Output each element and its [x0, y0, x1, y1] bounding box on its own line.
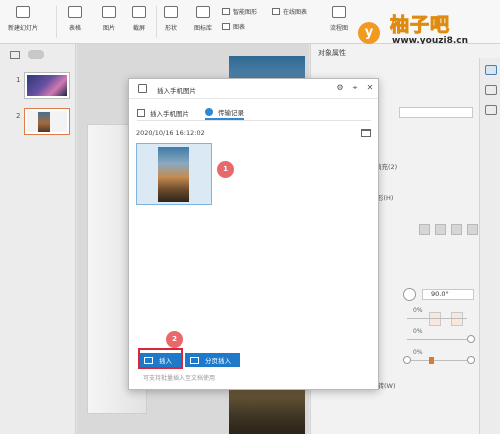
- slide-thumbnails-panel: 1 2: [0, 44, 76, 434]
- dialog-header: 插入手机图片 ⚙ ⌖ ✕: [129, 79, 378, 99]
- insert-pages-button[interactable]: 分页插入: [185, 353, 240, 367]
- pin-icon[interactable]: [484, 85, 497, 95]
- history-icon: [205, 108, 213, 116]
- plus-icon[interactable]: [467, 335, 475, 343]
- smart-art-button[interactable]: 智能图形: [222, 7, 257, 16]
- logo-title: 柚子吧: [389, 14, 451, 37]
- slider-knob[interactable]: [429, 357, 434, 364]
- tab-transfer-history[interactable]: 传输记录: [205, 106, 244, 120]
- fill-type-dropdown[interactable]: [399, 107, 473, 118]
- smart-art-icon: [222, 8, 230, 15]
- screenshot-label: 截屏: [132, 25, 145, 32]
- properties-icon[interactable]: [484, 65, 497, 75]
- phone-picture-icon: [138, 84, 147, 93]
- picture-label: 图片: [102, 25, 115, 32]
- shape-label: 形状: [164, 25, 177, 32]
- chart-label: 图表: [233, 24, 246, 31]
- dialog-tabs: 插入手机图片 传输记录: [137, 105, 371, 121]
- flowchart-label: 流程图: [330, 25, 349, 32]
- shape-label: 形(H): [377, 194, 394, 202]
- step-badge-1: 1: [217, 161, 234, 178]
- texture-options: [419, 224, 483, 235]
- shape-button[interactable]: 形状: [164, 6, 178, 32]
- transferred-image: [158, 147, 189, 202]
- texture-option[interactable]: [435, 224, 446, 235]
- flowchart-icon: [332, 6, 346, 18]
- slide-view-icon[interactable]: [28, 50, 44, 59]
- picture-button[interactable]: 图片: [102, 6, 116, 32]
- plus-icon[interactable]: [467, 356, 475, 364]
- outline-view-icon[interactable]: [10, 50, 20, 59]
- dialog-title: 插入手机图片: [157, 87, 196, 95]
- insert-phone-picture-dialog: 插入手机图片 ⚙ ⌖ ✕ 插入手机图片 传输记录 2020/10/16 16:1…: [128, 78, 379, 390]
- contrast-slider[interactable]: [407, 360, 467, 361]
- online-chart-icon: [272, 8, 280, 15]
- ribbon-divider: [156, 6, 157, 38]
- slide-thumbnail-2[interactable]: [24, 108, 70, 135]
- slide-number: 1: [16, 76, 21, 84]
- brightness-slider[interactable]: [407, 339, 467, 340]
- slide-thumbnail-image: [27, 75, 67, 96]
- transferred-image-item[interactable]: [136, 143, 212, 205]
- phone-picture-icon: [137, 109, 145, 117]
- slide-thumbnail-1[interactable]: [24, 72, 70, 99]
- pin-icon[interactable]: ⌖: [350, 83, 360, 93]
- table-button[interactable]: 表格: [68, 6, 82, 32]
- close-icon[interactable]: ✕: [365, 83, 375, 93]
- watermark-logo: y 柚子吧 www.youzi8.cn: [352, 4, 500, 46]
- settings-icon[interactable]: ⚙: [335, 83, 345, 93]
- texture-option[interactable]: [467, 224, 478, 235]
- screenshot-icon: [132, 6, 146, 18]
- angle-dial[interactable]: [403, 288, 416, 301]
- new-slide-icon: [16, 6, 30, 18]
- texture-option[interactable]: [451, 224, 462, 235]
- folder-icon[interactable]: [361, 129, 371, 137]
- flowchart-button[interactable]: 流程图: [330, 6, 348, 32]
- color-swatch[interactable]: [429, 312, 441, 326]
- icon-library-button[interactable]: 图标库: [194, 6, 212, 32]
- highlight-box: [138, 348, 183, 369]
- tab-label: 插入手机图片: [150, 110, 189, 118]
- minus-icon[interactable]: [403, 356, 411, 364]
- angle-control: 90.0°: [403, 288, 474, 301]
- color-swatch[interactable]: [451, 312, 463, 326]
- slide-number: 2: [16, 112, 21, 120]
- slide-thumbnail-image: [27, 111, 67, 132]
- chart-button[interactable]: 图表: [222, 22, 245, 31]
- transparency-slider[interactable]: [407, 318, 467, 319]
- shape-icon: [164, 6, 178, 18]
- insert-pages-icon: [190, 356, 199, 364]
- chart-icon: [222, 23, 230, 30]
- smart-art-label: 智能图形: [233, 9, 258, 16]
- slider-value: 0%: [413, 307, 423, 314]
- logo-badge: y: [358, 22, 380, 44]
- table-icon: [68, 6, 82, 18]
- slider-value: 0%: [413, 328, 423, 335]
- tools-icon[interactable]: [484, 105, 497, 115]
- panel-view-tabs: [10, 50, 44, 59]
- icon-library-icon: [196, 6, 210, 18]
- tab-label: 传输记录: [218, 109, 244, 117]
- screenshot-button[interactable]: 截屏: [132, 6, 146, 32]
- transfer-date: 2020/10/16 16:12:02: [136, 129, 205, 137]
- picture-icon: [102, 6, 116, 18]
- dialog-hint: 可支持批量插入至文档使用: [143, 375, 216, 382]
- step-badge-2: 2: [166, 331, 183, 348]
- angle-input[interactable]: 90.0°: [422, 289, 474, 300]
- table-label: 表格: [68, 25, 81, 32]
- texture-option[interactable]: [419, 224, 430, 235]
- ribbon-divider: [56, 6, 57, 38]
- insert-pages-button-label: 分页插入: [205, 357, 231, 365]
- slider-value: 0%: [413, 349, 423, 356]
- online-chart-label: 在线图表: [283, 9, 308, 16]
- icon-library-label: 图标库: [194, 25, 213, 32]
- slide-photo[interactable]: [229, 390, 305, 434]
- pane-title: 对象属性: [318, 49, 346, 57]
- new-slide-button[interactable]: 新建幻灯片: [8, 6, 38, 32]
- online-chart-button[interactable]: 在线图表: [272, 7, 307, 16]
- pane-sidebar: [479, 58, 500, 434]
- tab-insert-phone-picture[interactable]: 插入手机图片: [137, 106, 189, 120]
- new-slide-label: 新建幻灯片: [8, 25, 39, 32]
